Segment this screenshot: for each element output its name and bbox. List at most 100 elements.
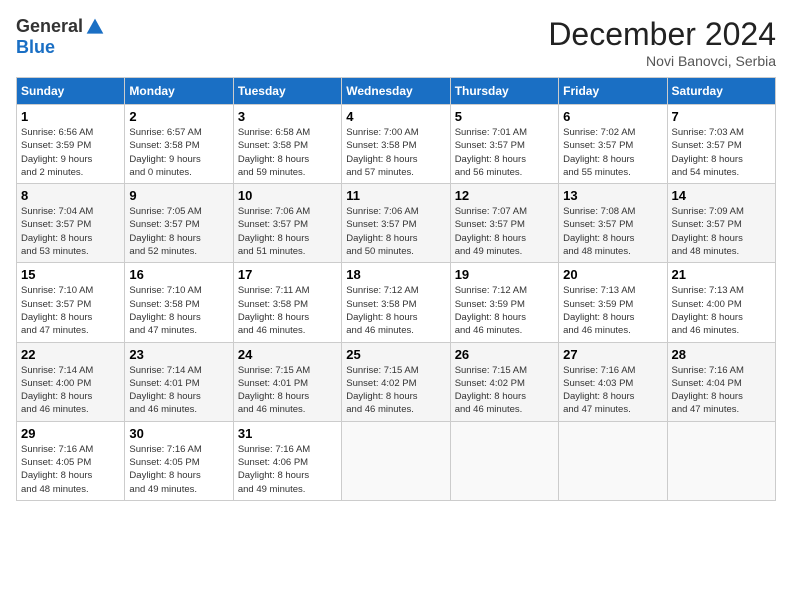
location-subtitle: Novi Banovci, Serbia [548,53,776,69]
calendar-cell: 24 Sunrise: 7:15 AMSunset: 4:01 PMDayligh… [233,342,341,421]
day-info: Sunrise: 7:16 AMSunset: 4:05 PMDaylight:… [129,443,228,496]
calendar-cell: 10 Sunrise: 7:06 AMSunset: 3:57 PMDayligh… [233,184,341,263]
day-number: 11 [346,188,445,203]
day-info: Sunrise: 7:02 AMSunset: 3:57 PMDaylight:… [563,126,662,179]
calendar-cell: 29 Sunrise: 7:16 AMSunset: 4:05 PMDayligh… [17,421,125,500]
calendar-cell: 13Sunrise: 7:08 AMSunset: 3:57 PMDayligh… [559,184,667,263]
day-number: 15 [21,267,120,282]
day-number: 14 [672,188,771,203]
calendar-cell [450,421,558,500]
day-number: 30 [129,426,228,441]
day-number: 6 [563,109,662,124]
calendar-cell: 4 Sunrise: 7:00 AMSunset: 3:58 PMDaylight… [342,105,450,184]
calendar-cell: 19 Sunrise: 7:12 AMSunset: 3:59 PMDayligh… [450,263,558,342]
calendar-cell: 28 Sunrise: 7:16 AMSunset: 4:04 PMDayligh… [667,342,775,421]
day-number: 9 [129,188,228,203]
day-number: 12 [455,188,554,203]
calendar-cell: 26 Sunrise: 7:15 AMSunset: 4:02 PMDayligh… [450,342,558,421]
day-number: 7 [672,109,771,124]
day-header-friday: Friday [559,78,667,105]
day-info: Sunrise: 7:15 AMSunset: 4:02 PMDaylight:… [346,364,445,417]
calendar-cell: 6 Sunrise: 7:02 AMSunset: 3:57 PMDaylight… [559,105,667,184]
calendar-cell [342,421,450,500]
calendar-cell: 21 Sunrise: 7:13 AMSunset: 4:00 PMDayligh… [667,263,775,342]
day-number: 28 [672,347,771,362]
day-number: 26 [455,347,554,362]
calendar-cell: 18 Sunrise: 7:12 AMSunset: 3:58 PMDayligh… [342,263,450,342]
day-info: Sunrise: 7:16 AMSunset: 4:03 PMDaylight:… [563,364,662,417]
calendar-cell: 16Sunrise: 7:10 AMSunset: 3:58 PMDayligh… [125,263,233,342]
day-number: 27 [563,347,662,362]
day-header-sunday: Sunday [17,78,125,105]
day-info: Sunrise: 7:13 AMSunset: 3:59 PMDaylight:… [563,284,662,337]
day-number: 2 [129,109,228,124]
calendar-table: SundayMondayTuesdayWednesdayThursdayFrid… [16,77,776,501]
logo-blue-text: Blue [16,37,55,58]
day-number: 21 [672,267,771,282]
calendar-cell: 25 Sunrise: 7:15 AMSunset: 4:02 PMDayligh… [342,342,450,421]
day-info: Sunrise: 7:15 AMSunset: 4:02 PMDaylight:… [455,364,554,417]
day-number: 5 [455,109,554,124]
day-number: 8 [21,188,120,203]
day-info: Sunrise: 7:10 AMSunset: 3:58 PMDaylight:… [129,284,228,337]
calendar-week-row: 15Sunrise: 7:10 AMSunset: 3:57 PMDayligh… [17,263,776,342]
day-info: Sunrise: 7:00 AMSunset: 3:58 PMDaylight:… [346,126,445,179]
logo-icon [85,17,105,37]
calendar-cell [667,421,775,500]
day-number: 3 [238,109,337,124]
day-number: 13 [563,188,662,203]
day-info: Sunrise: 7:14 AMSunset: 4:01 PMDaylight:… [129,364,228,417]
day-number: 24 [238,347,337,362]
day-number: 1 [21,109,120,124]
day-info: Sunrise: 7:16 AMSunset: 4:04 PMDaylight:… [672,364,771,417]
day-header-wednesday: Wednesday [342,78,450,105]
day-info: Sunrise: 7:12 AMSunset: 3:58 PMDaylight:… [346,284,445,337]
day-info: Sunrise: 7:01 AMSunset: 3:57 PMDaylight:… [455,126,554,179]
calendar-cell [559,421,667,500]
day-info: Sunrise: 7:12 AMSunset: 3:59 PMDaylight:… [455,284,554,337]
day-number: 10 [238,188,337,203]
day-number: 25 [346,347,445,362]
calendar-week-row: 22 Sunrise: 7:14 AMSunset: 4:00 PMDayligh… [17,342,776,421]
logo-general-text: General [16,16,83,37]
day-info: Sunrise: 6:58 AMSunset: 3:58 PMDaylight:… [238,126,337,179]
calendar-cell: 30 Sunrise: 7:16 AMSunset: 4:05 PMDayligh… [125,421,233,500]
day-number: 23 [129,347,228,362]
day-number: 31 [238,426,337,441]
calendar-cell: 3 Sunrise: 6:58 AMSunset: 3:58 PMDaylight… [233,105,341,184]
calendar-cell: 7Sunrise: 7:03 AMSunset: 3:57 PMDaylight… [667,105,775,184]
calendar-cell: 20Sunrise: 7:13 AMSunset: 3:59 PMDayligh… [559,263,667,342]
day-info: Sunrise: 7:06 AMSunset: 3:57 PMDaylight:… [238,205,337,258]
calendar-week-row: 1 Sunrise: 6:56 AMSunset: 3:59 PMDaylight… [17,105,776,184]
day-info: Sunrise: 7:16 AMSunset: 4:06 PMDaylight:… [238,443,337,496]
day-header-saturday: Saturday [667,78,775,105]
day-number: 22 [21,347,120,362]
day-header-tuesday: Tuesday [233,78,341,105]
calendar-cell: 12Sunrise: 7:07 AMSunset: 3:57 PMDayligh… [450,184,558,263]
day-info: Sunrise: 6:56 AMSunset: 3:59 PMDaylight:… [21,126,120,179]
day-number: 29 [21,426,120,441]
day-info: Sunrise: 7:13 AMSunset: 4:00 PMDaylight:… [672,284,771,337]
calendar-cell: 1 Sunrise: 6:56 AMSunset: 3:59 PMDaylight… [17,105,125,184]
calendar-cell: 2Sunrise: 6:57 AMSunset: 3:58 PMDaylight… [125,105,233,184]
day-number: 4 [346,109,445,124]
day-info: Sunrise: 7:16 AMSunset: 4:05 PMDaylight:… [21,443,120,496]
calendar-week-row: 8 Sunrise: 7:04 AMSunset: 3:57 PMDaylight… [17,184,776,263]
calendar-cell: 31 Sunrise: 7:16 AMSunset: 4:06 PMDayligh… [233,421,341,500]
calendar-cell: 17Sunrise: 7:11 AMSunset: 3:58 PMDayligh… [233,263,341,342]
day-info: Sunrise: 7:09 AMSunset: 3:57 PMDaylight:… [672,205,771,258]
day-number: 18 [346,267,445,282]
day-info: Sunrise: 7:05 AMSunset: 3:57 PMDaylight:… [129,205,228,258]
calendar-cell: 23 Sunrise: 7:14 AMSunset: 4:01 PMDayligh… [125,342,233,421]
logo: General Blue [16,16,105,58]
day-number: 19 [455,267,554,282]
day-info: Sunrise: 7:04 AMSunset: 3:57 PMDaylight:… [21,205,120,258]
title-block: December 2024 Novi Banovci, Serbia [548,16,776,69]
calendar-cell: 27 Sunrise: 7:16 AMSunset: 4:03 PMDayligh… [559,342,667,421]
header: General Blue December 2024 Novi Banovci,… [16,16,776,69]
calendar-cell: 22 Sunrise: 7:14 AMSunset: 4:00 PMDayligh… [17,342,125,421]
day-header-monday: Monday [125,78,233,105]
day-info: Sunrise: 7:14 AMSunset: 4:00 PMDaylight:… [21,364,120,417]
day-info: Sunrise: 7:15 AMSunset: 4:01 PMDaylight:… [238,364,337,417]
calendar-week-row: 29 Sunrise: 7:16 AMSunset: 4:05 PMDayligh… [17,421,776,500]
